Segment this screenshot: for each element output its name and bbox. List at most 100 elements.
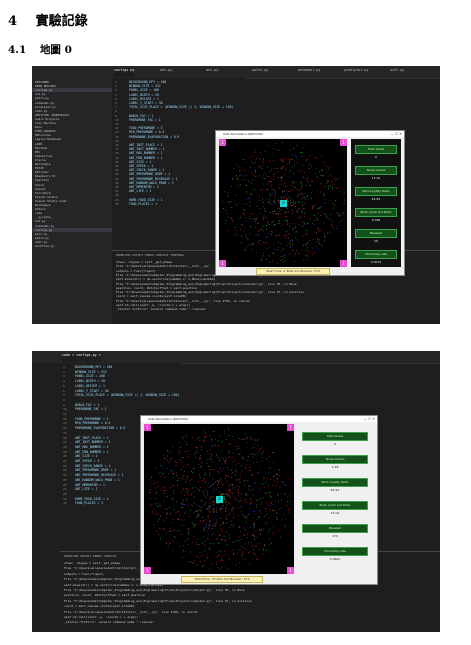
ant-dot (223, 535, 225, 537)
ant-dot (209, 512, 211, 513)
ant-dot (265, 173, 266, 175)
ant-dot (320, 205, 322, 207)
terminal-tabs[interactable]: PROBLEMS OUTPUT DEBUG CONSOLE (64, 554, 116, 558)
ant-dot (249, 551, 251, 552)
ant-dot (312, 208, 313, 210)
ant-dot (263, 158, 264, 160)
editor-tab[interactable]: ant.py (206, 68, 218, 77)
editor-tab[interactable]: code > configs.py > (62, 353, 101, 362)
ant-dot (294, 223, 296, 225)
ant-dot (222, 493, 224, 495)
ant-dot (304, 172, 305, 173)
ant-dot (273, 174, 274, 175)
ant-dot (242, 212, 244, 214)
ant-dot (250, 182, 252, 184)
ant-dot (163, 486, 165, 488)
ant-dot (240, 465, 242, 467)
ant-dot (263, 553, 265, 555)
ant-dot (316, 175, 318, 177)
ant-dot (272, 153, 274, 155)
ant-dot (274, 224, 276, 226)
ant-dot (253, 439, 255, 441)
code-line: ANT_RANDOM_WALK_PROB = 1 (75, 477, 120, 482)
ant-dot (266, 198, 268, 200)
ant-dot (317, 158, 319, 160)
editor-tab[interactable]: pixelplot.py (344, 68, 369, 77)
ant-dot (231, 509, 232, 511)
ant-dot (258, 196, 260, 197)
ant-dot (236, 552, 238, 554)
ant-dot (206, 523, 208, 525)
ant-dot (205, 497, 207, 498)
ant-dot (251, 194, 253, 195)
ant-dot (157, 503, 159, 504)
ant-dot (304, 224, 306, 225)
ant-dot (228, 559, 230, 561)
ant-dot (212, 543, 214, 545)
ant-dot (232, 516, 234, 518)
ant-dot (303, 147, 305, 148)
ant-dot (169, 513, 171, 515)
ant-dot (159, 489, 161, 491)
ant-dot (246, 537, 248, 539)
ant-dot (156, 530, 158, 532)
editor-tab[interactable]: configs.py (114, 68, 135, 77)
ant-dot (175, 461, 177, 463)
ant-dot (253, 553, 254, 555)
ant-dot (228, 492, 230, 494)
ant-dot (290, 159, 291, 161)
ant-dot (239, 166, 241, 168)
ant-dot (185, 491, 187, 493)
ant-dot (251, 545, 253, 546)
editor-tab[interactable]: patch.py (252, 68, 268, 77)
ant-dot (279, 219, 280, 221)
ant-dot (241, 438, 243, 440)
sim-canvas[interactable]: 1 1 1 1 0 (219, 139, 347, 267)
ant-dot (279, 475, 281, 476)
ant-dot (325, 182, 327, 184)
window-controls[interactable]: — ☐ ✕ (363, 416, 375, 422)
ant-dot (219, 553, 220, 555)
ant-dot (225, 515, 227, 517)
ant-dot (169, 528, 171, 529)
ant-dot (230, 497, 231, 498)
ant-dot (256, 440, 258, 442)
ant-dot (243, 159, 244, 160)
window-controls[interactable]: — ☐ ✕ (390, 131, 402, 137)
ant-dot (257, 242, 259, 244)
ant-dot (340, 212, 342, 214)
ant-dot (258, 517, 260, 518)
editor-tab[interactable]: ant.py (160, 68, 172, 77)
ant-dot (237, 490, 239, 492)
ant-dot (246, 221, 247, 223)
explorer-item[interactable]: workflow.py (35, 244, 54, 248)
ant-dot (219, 493, 221, 494)
ant-dot (188, 527, 190, 529)
ant-dot (274, 224, 275, 225)
ant-dot (201, 516, 203, 518)
code-line: FOOD_PLACES = 1 (75, 501, 103, 506)
ant-dot (298, 193, 299, 195)
ant-dot (270, 497, 272, 498)
ant-dot (287, 198, 288, 200)
ant-dot (301, 187, 302, 189)
editor-tab[interactable]: antmodel.py (298, 68, 320, 77)
ant-dot (210, 498, 212, 500)
ant-dot (253, 525, 254, 527)
sim-canvas[interactable]: 1 1 1 1 0 (144, 424, 294, 574)
ant-dot (238, 448, 240, 449)
ant-dot (250, 226, 251, 227)
editor-tab[interactable]: uiUt.py (390, 68, 404, 77)
ant-dot (222, 522, 224, 524)
ant-dot (240, 499, 242, 501)
ant-dot (194, 453, 195, 455)
ant-dot (267, 202, 269, 204)
code-line: ANT_PHEROMONE_DECREASE = 1 (75, 473, 124, 478)
ant-dot (289, 225, 290, 227)
terminal-tabs[interactable]: PROBLEMS OUTPUT DEBUG CONSOLE TERMINAL (116, 253, 185, 257)
ant-dot (328, 167, 330, 168)
ant-dot (276, 168, 278, 169)
ant-dot (254, 511, 255, 512)
ant-dot (277, 477, 278, 479)
ant-dot (306, 258, 307, 260)
